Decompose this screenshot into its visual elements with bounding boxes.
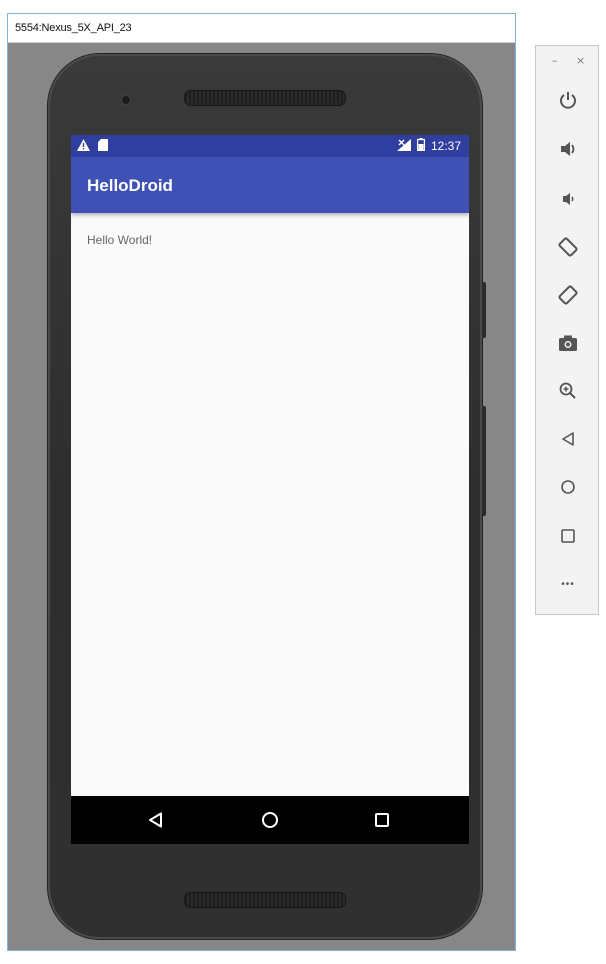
- more-button[interactable]: •••: [556, 572, 580, 596]
- window-titlebar[interactable]: 5554:Nexus_5X_API_23: [8, 14, 515, 43]
- back-icon: [562, 432, 574, 446]
- rotate-right-icon: [558, 285, 578, 305]
- camera-icon: [559, 335, 577, 351]
- volume-down-icon: [563, 193, 574, 205]
- back-icon: [149, 812, 162, 828]
- navigation-bar: [71, 796, 469, 844]
- window-title: 5554:Nexus_5X_API_23: [15, 22, 132, 34]
- top-speaker: [184, 90, 346, 106]
- device-screen[interactable]: 12:37 HelloDroid Hello World!: [71, 135, 469, 844]
- power-button[interactable]: [556, 88, 580, 112]
- front-camera: [122, 96, 130, 104]
- nav-back-button[interactable]: [144, 808, 168, 832]
- zoom-icon: [559, 382, 576, 399]
- home-icon: [262, 812, 278, 828]
- volume-up-button[interactable]: [556, 137, 580, 161]
- emulator-toolbar: – × •••: [535, 45, 599, 615]
- nav-recents-button[interactable]: [370, 808, 394, 832]
- signal-icon: [396, 138, 411, 154]
- warning-icon: [77, 138, 90, 156]
- home-icon: [561, 480, 575, 494]
- overview-icon: [561, 529, 575, 543]
- back-button[interactable]: [556, 427, 580, 451]
- rotate-right-button[interactable]: [556, 283, 580, 307]
- screenshot-button[interactable]: [556, 331, 580, 355]
- toolbar-close-button[interactable]: ×: [576, 54, 585, 67]
- phone-frame: 12:37 HelloDroid Hello World!: [48, 54, 486, 939]
- bottom-speaker: [184, 892, 346, 908]
- power-icon: [560, 92, 576, 109]
- status-time: 12:37: [430, 139, 461, 153]
- toolbar-minimize-button[interactable]: –: [552, 54, 558, 67]
- status-bar: 12:37: [71, 135, 469, 157]
- zoom-button[interactable]: [556, 379, 580, 403]
- rotate-left-icon: [558, 237, 578, 257]
- app-bar: HelloDroid: [71, 157, 469, 213]
- volume-side-button: [482, 406, 486, 516]
- more-icon: •••: [561, 578, 575, 590]
- volume-up-icon: [561, 142, 575, 156]
- sd-card-icon: [98, 138, 108, 156]
- home-button[interactable]: [556, 475, 580, 499]
- power-side-button: [482, 282, 486, 338]
- rotate-left-button[interactable]: [556, 235, 580, 259]
- volume-down-button[interactable]: [556, 187, 580, 211]
- hello-world-text: Hello World!: [87, 233, 153, 247]
- nav-home-button[interactable]: [258, 808, 282, 832]
- battery-icon: [416, 138, 425, 154]
- recents-icon: [375, 813, 389, 827]
- overview-button[interactable]: [556, 524, 580, 548]
- emulator-window: 5554:Nexus_5X_API_23 12:37 HelloDroid He…: [7, 13, 516, 951]
- app-title: HelloDroid: [87, 176, 173, 195]
